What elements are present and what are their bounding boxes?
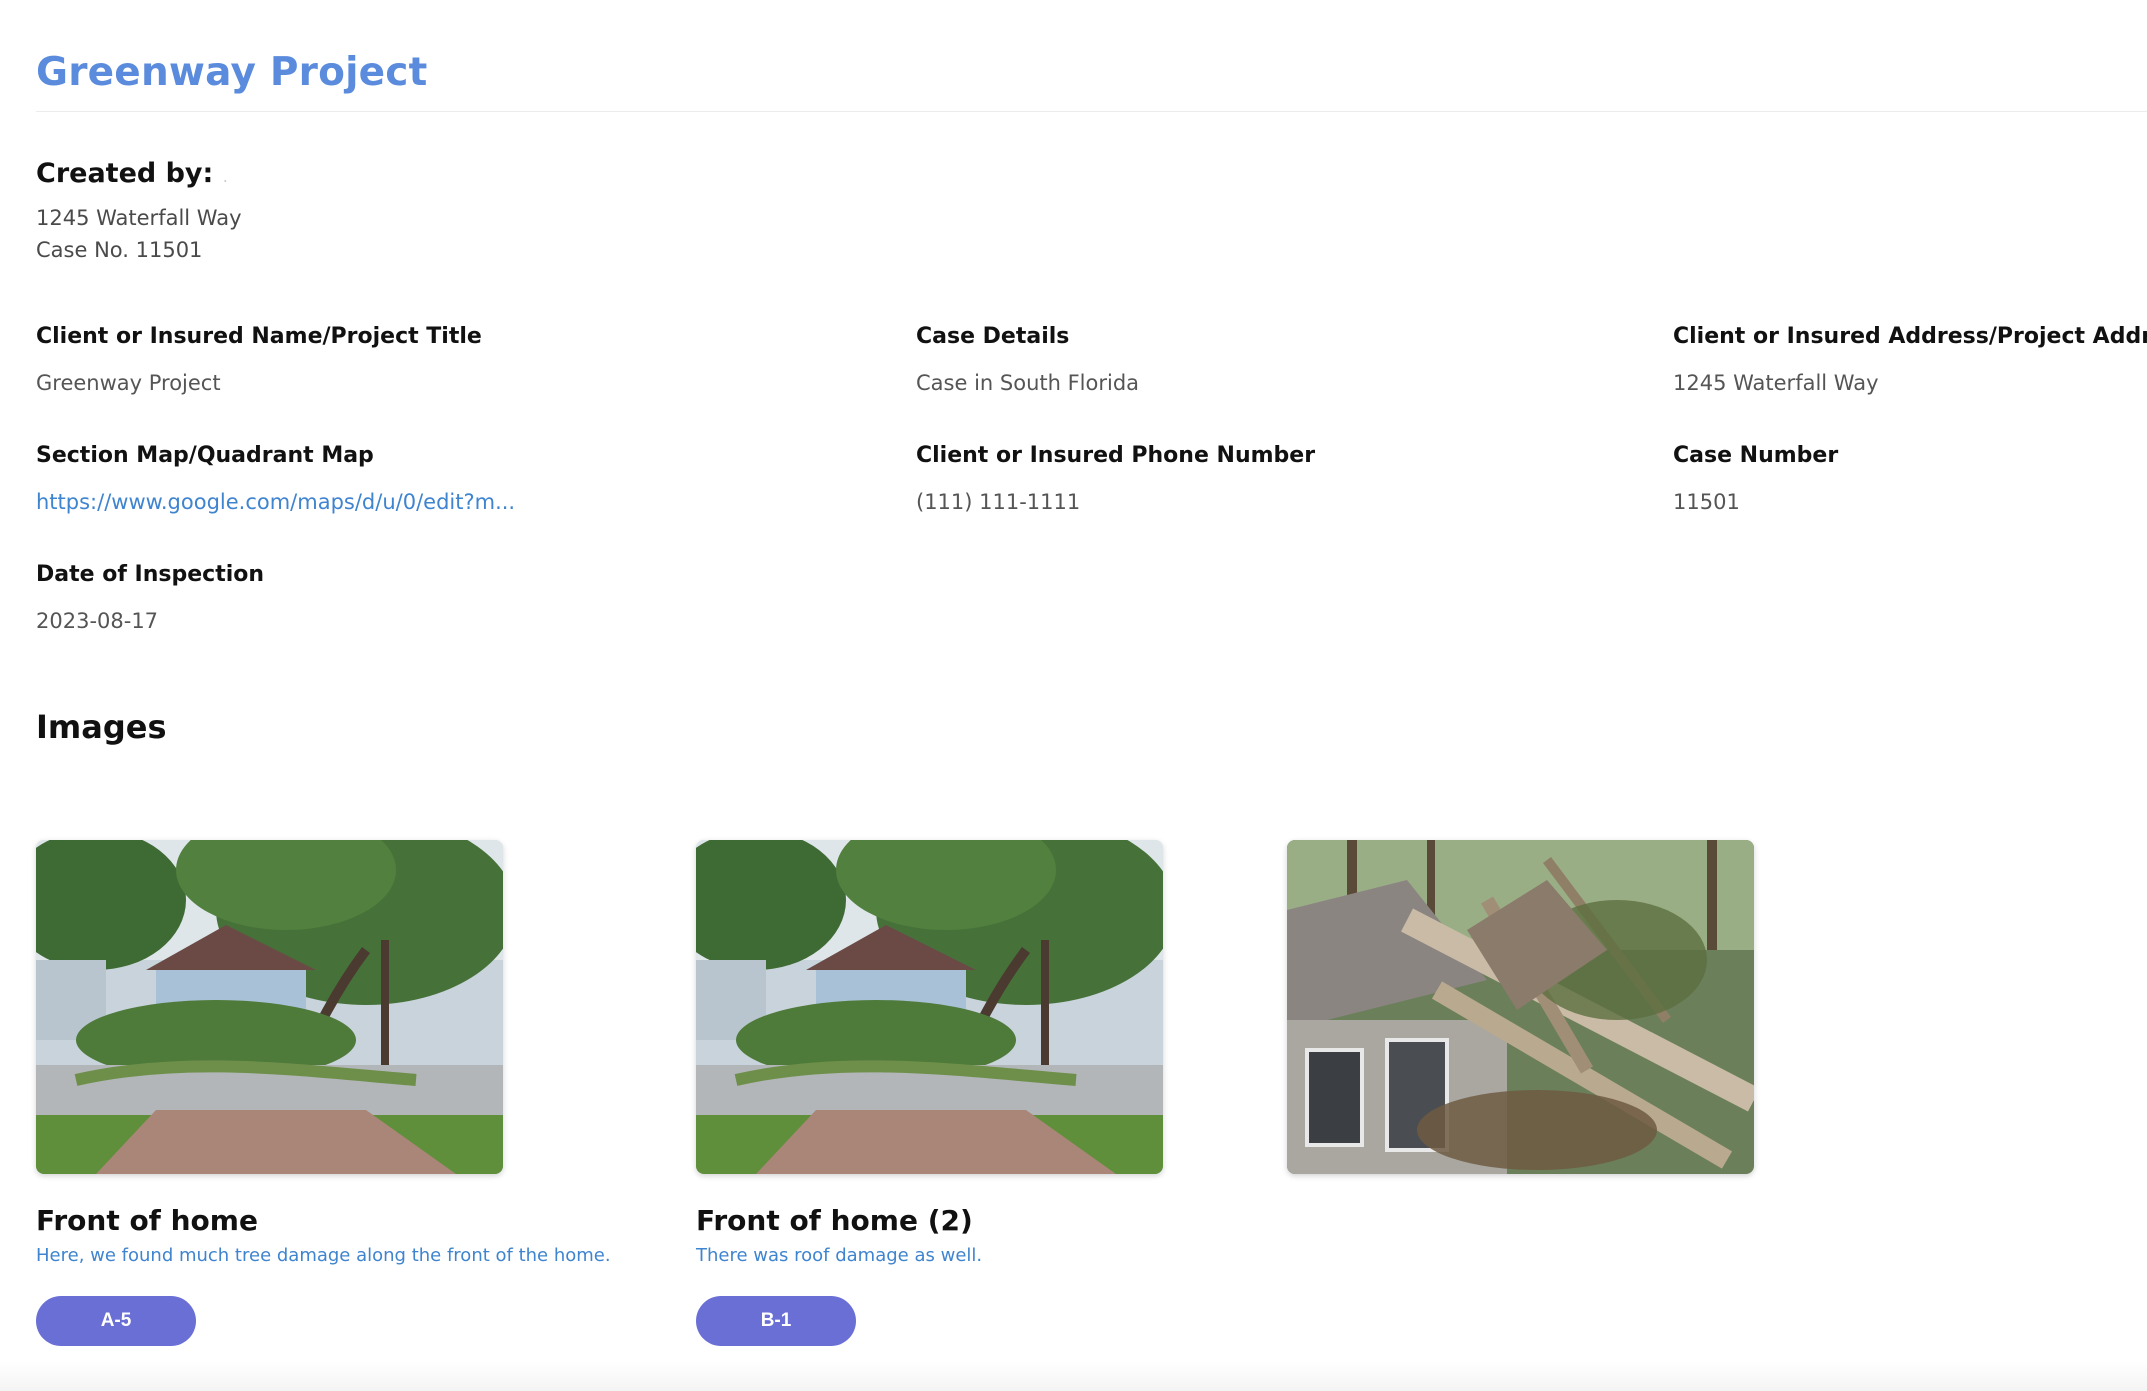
- field-label: Case Number: [1673, 443, 1839, 468]
- created-by-value: .: [222, 167, 228, 186]
- field-label: Client or Insured Address/Project Addres…: [1673, 324, 2147, 349]
- section-map-link[interactable]: https://www.google.com/maps/d/u/0/edit?m…: [36, 490, 856, 514]
- image-card-front-of-home[interactable]: [36, 840, 503, 1174]
- image-description: There was roof damage as well.: [696, 1245, 983, 1266]
- field-date-of-inspection: Date of Inspection 2023-08-17: [36, 562, 856, 633]
- field-value: Greenway Project: [36, 371, 221, 395]
- field-label: Section Map/Quadrant Map: [36, 443, 374, 468]
- images-heading: Images: [36, 708, 167, 746]
- page-title: Greenway Project: [36, 50, 428, 95]
- field-label: Case Details: [916, 324, 1070, 349]
- tree-damage-photo: [696, 840, 1163, 1174]
- field-client-name: Client or Insured Name/Project Title Gre…: [36, 324, 856, 395]
- created-by-label: Created by:: [36, 158, 214, 189]
- bottom-fade: [0, 1361, 2147, 1391]
- field-value: 1245 Waterfall Way: [1673, 371, 1879, 395]
- field-client-address: Client or Insured Address/Project Addres…: [1673, 324, 2147, 395]
- field-phone-number: Client or Insured Phone Number (111) 111…: [916, 443, 1736, 514]
- image-card-roof-damage[interactable]: [1287, 840, 1754, 1174]
- tag-button-a-5[interactable]: A-5: [36, 1296, 196, 1346]
- title-divider: [36, 111, 2147, 112]
- field-value: Case in South Florida: [916, 371, 1140, 395]
- field-label: Date of Inspection: [36, 562, 265, 587]
- case-line: Case No. 11501: [36, 238, 203, 262]
- field-value: 11501: [1673, 490, 1740, 514]
- tag-button-b-1[interactable]: B-1: [696, 1296, 856, 1346]
- image-caption: Front of home: [36, 1204, 258, 1237]
- address-line: 1245 Waterfall Way: [36, 206, 242, 230]
- tree-damage-photo: [36, 840, 503, 1174]
- image-card-front-of-home-2[interactable]: [696, 840, 1163, 1174]
- image-caption: Front of home (2): [696, 1204, 973, 1237]
- field-case-number: Case Number 11501: [1673, 443, 2143, 514]
- roof-damage-photo: [1287, 840, 1754, 1174]
- project-report-page: Greenway Project Created by: . 1245 Wate…: [0, 0, 2147, 1391]
- field-label: Client or Insured Phone Number: [916, 443, 1316, 468]
- field-case-details: Case Details Case in South Florida: [916, 324, 1736, 395]
- field-value: 2023-08-17: [36, 609, 159, 633]
- created-by-heading: Created by: .: [36, 158, 228, 189]
- field-value: (111) 111-1111: [916, 490, 1081, 514]
- image-description: Here, we found much tree damage along th…: [36, 1245, 611, 1266]
- field-section-map: Section Map/Quadrant Map https://www.goo…: [36, 443, 856, 514]
- field-label: Client or Insured Name/Project Title: [36, 324, 482, 349]
